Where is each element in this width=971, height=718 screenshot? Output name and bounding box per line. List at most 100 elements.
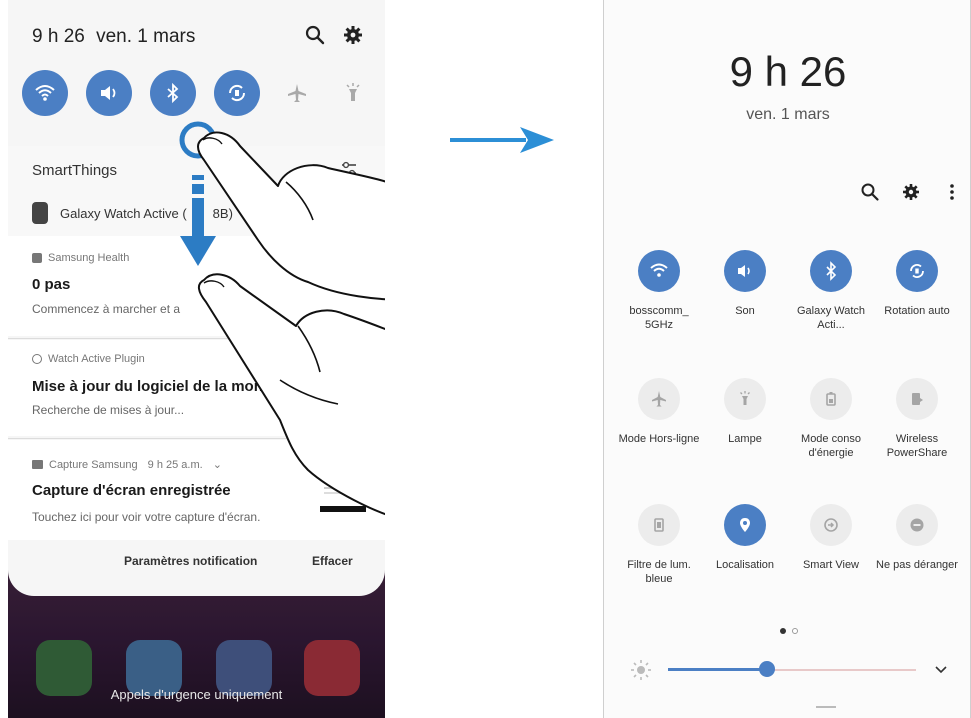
notification-card[interactable]: Samsung Health 0 pas Commencez à marcher… (8, 236, 385, 336)
notification-app: Watch Active Plugin (32, 353, 145, 365)
quick-setting-label: Rotation auto (884, 305, 950, 317)
quick-setting-label: Mode conso d'énergie (801, 433, 861, 459)
gear-icon[interactable] (342, 24, 364, 46)
quick-setting-tile[interactable]: Mode Hors-ligne (616, 378, 702, 478)
expand-chevron-icon[interactable] (934, 663, 948, 677)
wifi-icon (650, 263, 668, 277)
right-phone: 9 h 26 ven. 1 mars bosscomm_ 5GHz Son Gala… (603, 0, 971, 718)
plugin-icon (32, 354, 42, 364)
search-icon[interactable] (860, 182, 880, 202)
quick-setting-tile[interactable]: Localisation (702, 504, 788, 604)
smartview-toggle[interactable] (810, 504, 852, 546)
smartthings-panel[interactable]: SmartThings Galaxy Watch Active (8B) (8, 146, 385, 236)
notification-title: Capture d'écran enregistrée (32, 482, 231, 499)
wifi-toggle[interactable] (22, 70, 68, 116)
status-row: 9 h 26 ven. 1 mars (8, 0, 385, 70)
airplane-icon (652, 391, 666, 407)
notification-card[interactable]: Capture Samsung 9 h 25 a.m. ⌄ Capture d'… (8, 440, 385, 540)
airplane-icon (288, 84, 306, 102)
notification-app: Capture Samsung 9 h 25 a.m. ⌄ (32, 458, 222, 471)
health-icon (32, 253, 42, 263)
flashlight-icon (740, 391, 750, 405)
bluetooth-toggle[interactable] (810, 250, 852, 292)
sound-toggle[interactable] (86, 70, 132, 116)
flashlight-toggle[interactable] (330, 70, 376, 116)
more-options-icon[interactable] (942, 182, 962, 202)
rotation-icon (910, 264, 924, 278)
quick-setting-tile[interactable]: bosscomm_ 5GHz (616, 250, 702, 350)
screenshot-thumbnail[interactable] (320, 478, 366, 514)
dnd-toggle[interactable] (896, 504, 938, 546)
quick-setting-label: Lampe (728, 433, 762, 445)
dnd-icon (910, 518, 924, 532)
screenshot-icon (32, 460, 43, 469)
bluelight-icon (654, 518, 664, 532)
bluetooth-icon (167, 82, 179, 104)
battery-toggle[interactable] (810, 378, 852, 420)
navigation-handle[interactable] (816, 706, 836, 708)
airplane-toggle[interactable] (638, 378, 680, 420)
smartthings-title: SmartThings (32, 162, 118, 179)
notification-text: Recherche de mises à jour... (32, 403, 185, 417)
smartthings-device[interactable]: Galaxy Watch Active (8B) (32, 202, 233, 224)
page-indicator (780, 628, 798, 634)
quick-setting-tile[interactable]: Rotation auto (874, 250, 960, 350)
battery-icon (826, 392, 836, 406)
notification-text: Commencez à marcher et at rib (32, 302, 251, 316)
quick-setting-tile[interactable]: Son (702, 250, 788, 350)
airplane-toggle[interactable] (274, 70, 320, 116)
bluetooth-toggle[interactable] (150, 70, 196, 116)
device-name: Galaxy Watch Active (8B) (60, 205, 233, 221)
left-phone: Appels d'urgence uniquement 9 h 26 ven. … (8, 0, 385, 718)
quick-setting-tile[interactable]: Mode conso d'énergie (788, 378, 874, 478)
brightness-slider[interactable] (630, 655, 950, 685)
search-icon[interactable] (304, 24, 326, 46)
quick-setting-label: Ne pas déranger (876, 559, 958, 571)
page-dot-active (780, 628, 786, 634)
quick-setting-label: bosscomm_ 5GHz (629, 305, 689, 331)
notification-card[interactable]: Watch Active Plugin Mise à jour du logic… (8, 340, 385, 436)
rotation-toggle[interactable] (896, 250, 938, 292)
location-toggle[interactable] (724, 504, 766, 546)
divider (8, 338, 385, 339)
quick-setting-tile[interactable]: Lampe (702, 378, 788, 478)
notification-settings-button[interactable]: Paramètres notification (124, 554, 257, 568)
rotation-icon (228, 84, 246, 102)
quick-setting-tile[interactable]: Wireless PowerShare (874, 378, 960, 478)
flashlight-toggle[interactable] (724, 378, 766, 420)
notification-actions: Paramètres notification Effacer (8, 540, 385, 590)
slider-thumb[interactable] (759, 661, 775, 677)
rotation-toggle[interactable] (214, 70, 260, 116)
powershare-toggle[interactable] (896, 378, 938, 420)
notification-title: 0 pas (32, 276, 71, 293)
bluetooth-icon (826, 261, 837, 281)
smartthings-settings-icon[interactable] (338, 158, 360, 180)
notification-app: Samsung Health (32, 252, 129, 264)
quick-setting-tile[interactable]: Ne pas déranger (874, 504, 960, 604)
quick-setting-tile[interactable]: Galaxy Watch Acti... (788, 250, 874, 350)
sound-toggle[interactable] (724, 250, 766, 292)
quick-setting-label: Smart View (802, 559, 860, 571)
gear-icon[interactable] (901, 182, 921, 202)
status-date: ven. 1 mars (96, 26, 196, 47)
emergency-calls-label: Appels d'urgence uniquement (110, 687, 283, 702)
wifi-toggle[interactable] (638, 250, 680, 292)
quick-setting-tile[interactable]: Smart View (788, 504, 874, 604)
notification-title: Mise à jour du logiciel de la montre (32, 378, 283, 395)
bluelight-toggle[interactable] (638, 504, 680, 546)
quick-setting-label: Mode Hors-ligne (618, 433, 700, 445)
quick-setting-tile[interactable]: Filtre de lum. bleue (616, 504, 702, 604)
smartview-icon (824, 518, 838, 532)
quick-panel-time: 9 h 26 (729, 48, 847, 95)
powershare-icon (912, 393, 923, 405)
wifi-icon (35, 85, 55, 101)
clear-button[interactable]: Effacer (312, 554, 353, 568)
expand-chevron-icon[interactable]: ⌄ (213, 458, 222, 471)
divider (8, 438, 385, 439)
brightness-icon (631, 660, 651, 680)
quick-setting-label: Son (735, 305, 755, 317)
flashlight-icon (346, 83, 360, 101)
quick-setting-label: Localisation (715, 559, 775, 571)
location-icon (740, 518, 750, 532)
slider-fill (668, 668, 767, 671)
